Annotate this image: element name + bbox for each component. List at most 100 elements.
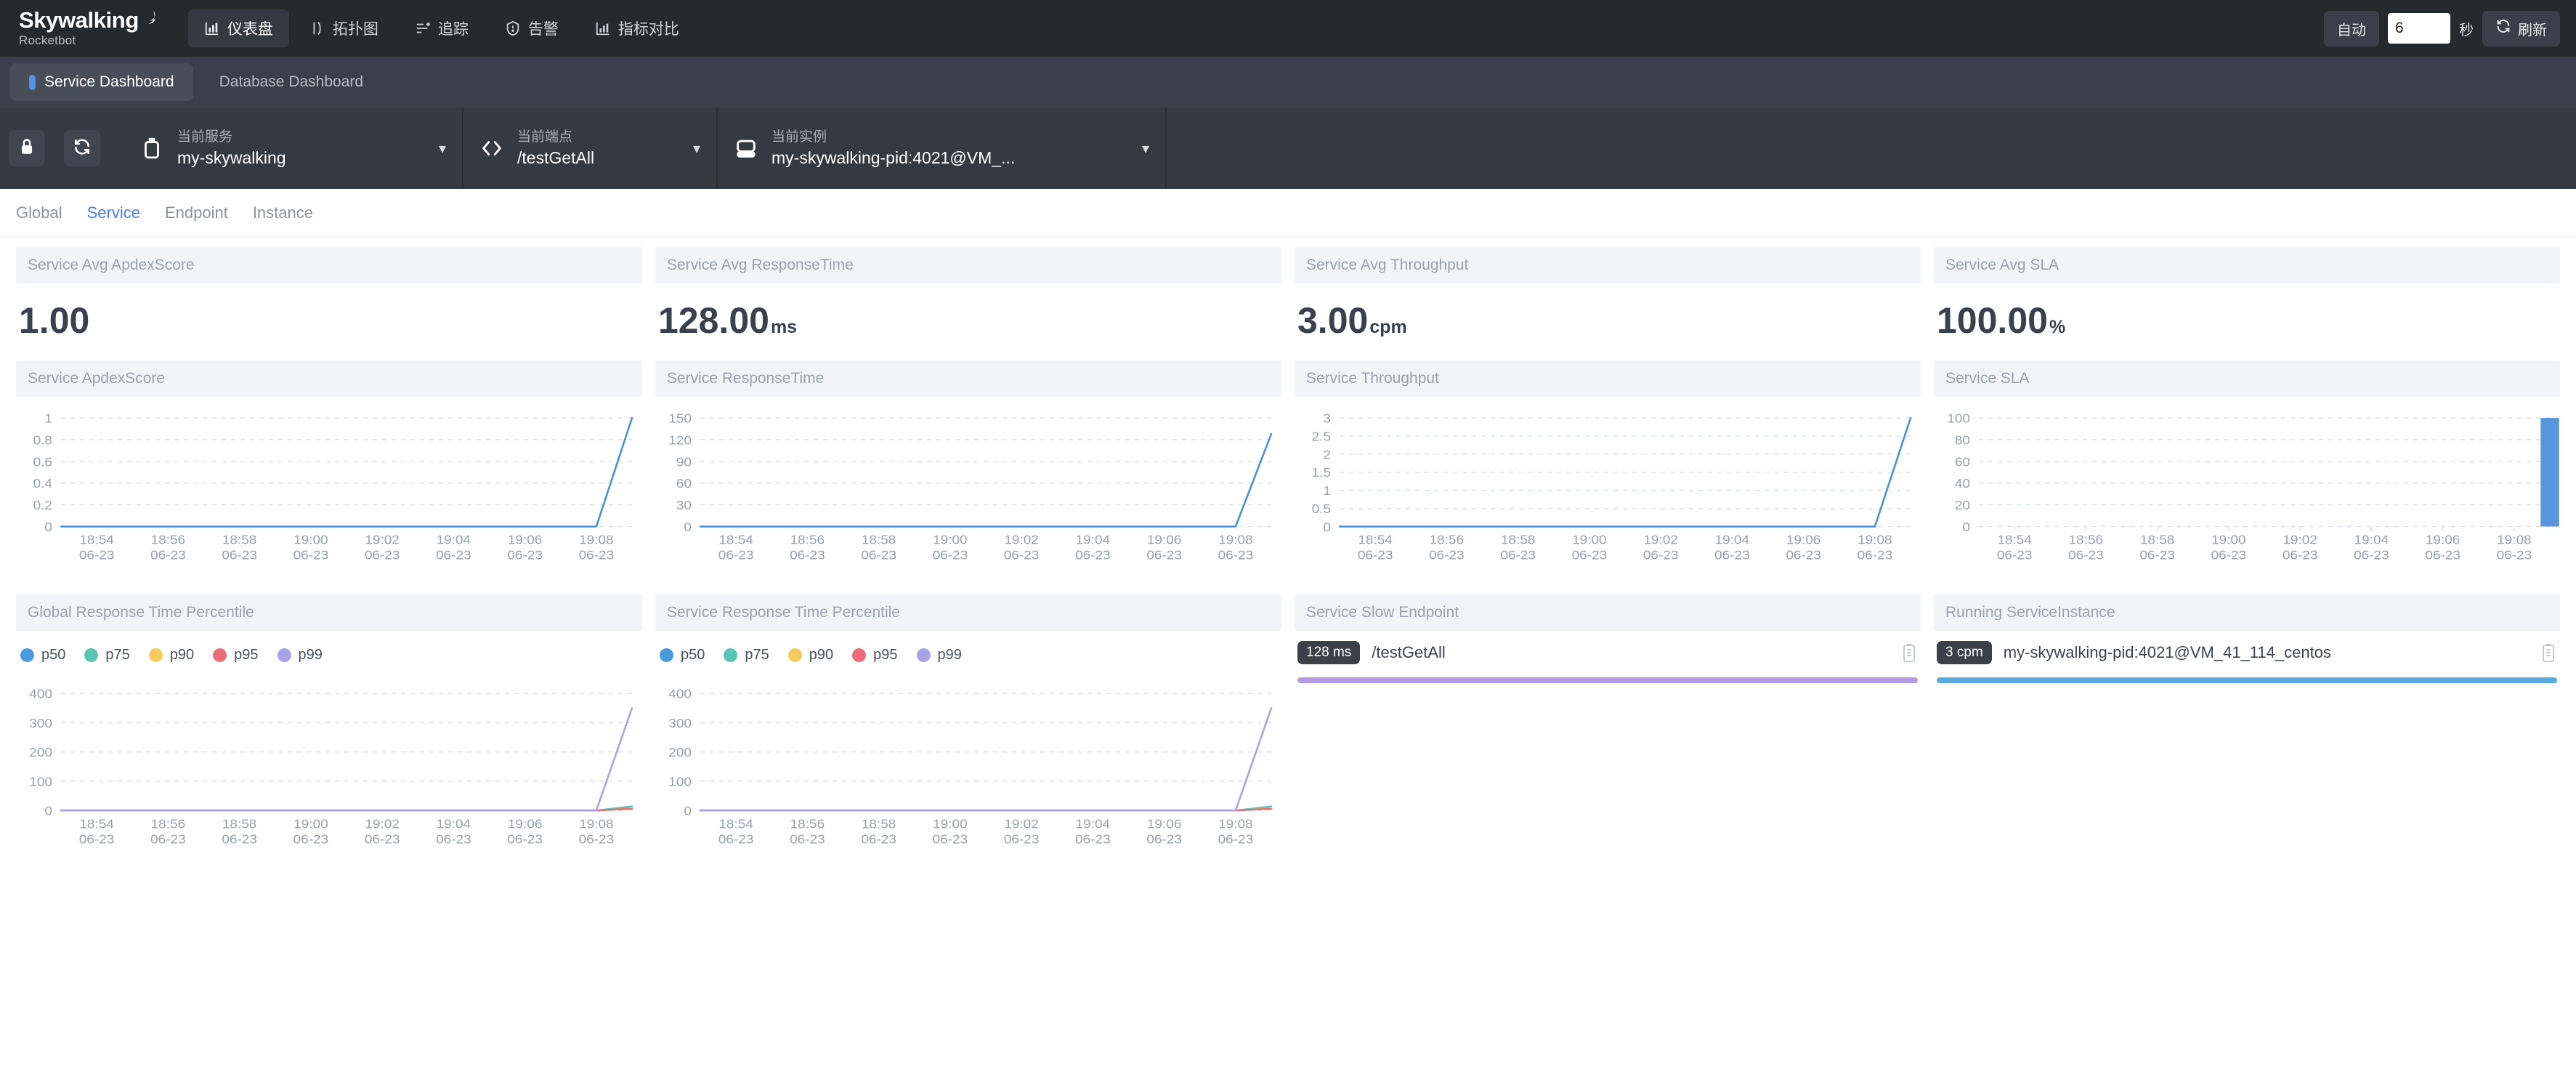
svg-text:1.5: 1.5 bbox=[1312, 465, 1331, 480]
chart-bar-icon bbox=[204, 20, 220, 36]
chart-panel-service-percentile: Service Response Time Percentile p50 p75… bbox=[655, 595, 1281, 850]
refresh-button[interactable]: 刷新 bbox=[2482, 10, 2560, 47]
clipboard-icon[interactable] bbox=[2540, 642, 2557, 663]
nav-item-compare[interactable]: 指标对比 bbox=[579, 9, 695, 47]
nav-item-alarm[interactable]: 告警 bbox=[489, 9, 575, 47]
svg-text:06-23: 06-23 bbox=[1075, 547, 1111, 562]
stat-card-resptime-value-wrap: 128.00 ms bbox=[655, 283, 1281, 350]
chevron-down-icon[interactable]: ▾ bbox=[434, 140, 446, 158]
stat-card-throughput-value-wrap: 3.00 cpm bbox=[1295, 283, 1921, 350]
svg-text:18:58: 18:58 bbox=[222, 532, 257, 547]
subtab-instance[interactable]: Instance bbox=[253, 203, 313, 222]
stat-card-throughput: Service Avg Throughput 3.00 cpm bbox=[1295, 247, 1921, 350]
chevron-down-icon[interactable]: ▾ bbox=[1138, 140, 1149, 158]
nav-label-topology: 拓扑图 bbox=[332, 21, 378, 38]
svg-text:06-23: 06-23 bbox=[150, 831, 186, 846]
legend-item-p75[interactable]: p75 bbox=[84, 647, 130, 664]
running-instance-row[interactable]: 3 cpm my-skywalking-pid:4021@VM_41_114_c… bbox=[1934, 631, 2560, 683]
svg-text:120: 120 bbox=[668, 432, 692, 447]
svg-text:19:06: 19:06 bbox=[508, 816, 543, 831]
legend-item-p95[interactable]: p95 bbox=[852, 647, 898, 664]
svg-text:18:58: 18:58 bbox=[1501, 532, 1536, 547]
running-instance-line: 3 cpm my-skywalking-pid:4021@VM_41_114_c… bbox=[1937, 641, 2557, 664]
legend-item-p50[interactable]: p50 bbox=[660, 647, 705, 664]
subtab-endpoint[interactable]: Endpoint bbox=[165, 203, 228, 222]
tab-service-dashboard[interactable]: Service Dashboard bbox=[10, 63, 193, 101]
svg-text:19:08: 19:08 bbox=[2497, 532, 2532, 547]
stats-row: Service Avg ApdexScore 1.00 Service Avg … bbox=[0, 237, 2576, 350]
svg-text:06-23: 06-23 bbox=[293, 547, 329, 562]
svg-text:0: 0 bbox=[44, 520, 52, 534]
reload-button[interactable] bbox=[64, 130, 100, 166]
legend-item-p90[interactable]: p90 bbox=[148, 647, 195, 664]
svg-text:06-23: 06-23 bbox=[1146, 547, 1182, 562]
chart-service-percentile[interactable]: 0 100 200 300 400 18:54 06-23 18:56 06-23 18:58 06… bbox=[655, 666, 1281, 850]
instance-selector[interactable]: 当前实例 my-skywalking-pid:4021@VM_... ▾ bbox=[718, 108, 1167, 189]
legend-item-p90[interactable]: p90 bbox=[787, 647, 833, 664]
tab-database-dashboard[interactable]: Database Dashboard bbox=[201, 63, 382, 101]
nav-item-dashboard[interactable]: 仪表盘 bbox=[187, 9, 289, 47]
instance-selector-value: my-skywalking-pid:4021@VM_... bbox=[771, 148, 1016, 167]
legend-item-p99[interactable]: p99 bbox=[277, 647, 323, 664]
chevron-down-icon[interactable]: ▾ bbox=[689, 140, 700, 158]
stat-card-sla: Service Avg SLA 100.00 % bbox=[1934, 247, 2560, 350]
legend-service-percentile: p50 p75 p90 p95 p99 bbox=[655, 631, 1281, 666]
chart-sla[interactable]: 0 20 40 60 80 100 18:54 06-23 18:56 06-23 18:58 06-… bbox=[1934, 397, 2560, 565]
stat-card-sla-value-wrap: 100.00 % bbox=[1934, 283, 2560, 350]
svg-text:18:56: 18:56 bbox=[151, 532, 186, 547]
subtab-service[interactable]: Service bbox=[87, 203, 140, 222]
svg-text:19:04: 19:04 bbox=[2354, 532, 2389, 547]
chart-throughput[interactable]: 0 0.5 1 1.5 2 2.5 3 18:54 06-23 18:56 06-23 18:58 06… bbox=[1295, 397, 1921, 565]
legend-item-p99[interactable]: p99 bbox=[916, 647, 962, 664]
legend-item-p75[interactable]: p75 bbox=[724, 647, 769, 664]
svg-text:60: 60 bbox=[676, 476, 692, 491]
clipboard-icon[interactable] bbox=[1900, 642, 1918, 663]
app-logo[interactable]: Skywalking Rocketbot bbox=[19, 9, 156, 48]
subtab-global[interactable]: Global bbox=[16, 203, 62, 222]
nav-item-topology[interactable]: 拓扑图 bbox=[293, 9, 394, 47]
svg-text:18:54: 18:54 bbox=[718, 816, 753, 831]
svg-text:19:06: 19:06 bbox=[1147, 816, 1182, 831]
legend-item-p95[interactable]: p95 bbox=[213, 647, 259, 664]
chart-global-percentile[interactable]: 0 100 200 300 400 18:54 06-23 18:56 06-23 18:58 06… bbox=[16, 666, 642, 850]
svg-text:0: 0 bbox=[1962, 520, 1970, 534]
legend-label-p95: p95 bbox=[234, 647, 259, 663]
legend-label-p90: p90 bbox=[169, 647, 195, 663]
stat-card-resptime: Service Avg ResponseTime 128.00 ms bbox=[655, 247, 1281, 350]
stat-card-resptime-value: 128.00 bbox=[658, 300, 769, 341]
refresh-interval-input[interactable] bbox=[2388, 13, 2450, 44]
svg-text:0.2: 0.2 bbox=[33, 498, 52, 512]
alarm-icon bbox=[505, 20, 521, 36]
service-selector-value: my-skywalking bbox=[177, 148, 286, 167]
service-selector[interactable]: 当前服务 my-skywalking ▾ bbox=[123, 108, 463, 189]
svg-text:19:00: 19:00 bbox=[1572, 532, 1607, 547]
legend-global-percentile: p50 p75 p90 p95 p99 bbox=[16, 631, 642, 666]
svg-text:2: 2 bbox=[1323, 447, 1331, 462]
legend-dot-p95 bbox=[213, 648, 227, 662]
svg-text:18:58: 18:58 bbox=[862, 816, 896, 831]
svg-text:100: 100 bbox=[668, 774, 692, 789]
nav-item-trace[interactable]: 追踪 bbox=[399, 9, 485, 47]
trace-icon bbox=[415, 20, 431, 36]
slow-endpoint-row[interactable]: 128 ms /testGetAll bbox=[1295, 631, 1921, 683]
svg-text:06-23: 06-23 bbox=[1146, 831, 1182, 846]
legend-label-p75: p75 bbox=[105, 647, 130, 663]
svg-text:19:08: 19:08 bbox=[1218, 816, 1253, 831]
endpoint-selector[interactable]: 当前端点 /testGetAll ▾ bbox=[463, 108, 718, 189]
svg-text:06-23: 06-23 bbox=[365, 547, 400, 562]
svg-text:90: 90 bbox=[676, 454, 692, 469]
metric-scope-tabs: Global Service Endpoint Instance bbox=[0, 189, 2576, 237]
svg-text:06-23: 06-23 bbox=[293, 831, 329, 846]
svg-text:19:00: 19:00 bbox=[293, 532, 328, 547]
chart-resptime[interactable]: 0 30 60 90 120 150 18:54 06-23 18:56 06-23 18:58 06… bbox=[655, 397, 1281, 565]
legend-item-p50[interactable]: p50 bbox=[20, 647, 65, 664]
svg-text:40: 40 bbox=[1955, 476, 1970, 491]
running-instance-name[interactable]: my-skywalking-pid:4021@VM_41_114_centos bbox=[2004, 643, 2528, 662]
slow-endpoint-name[interactable]: /testGetAll bbox=[1372, 643, 1889, 662]
auto-refresh-button[interactable]: 自动 bbox=[2324, 10, 2379, 47]
compare-icon bbox=[595, 20, 611, 36]
legend-dot-p50 bbox=[660, 648, 673, 662]
chart-apdex[interactable]: 0 0.2 0.4 0.6 0.8 1 18:54 06-23 18:56 06-23 18:58 0… bbox=[16, 397, 642, 565]
lock-button[interactable] bbox=[9, 130, 45, 166]
instance-selector-label: 当前实例 bbox=[771, 129, 827, 145]
